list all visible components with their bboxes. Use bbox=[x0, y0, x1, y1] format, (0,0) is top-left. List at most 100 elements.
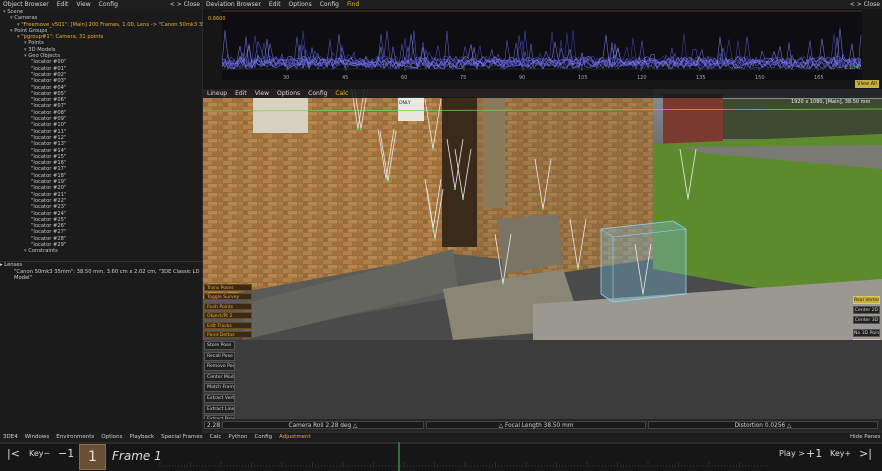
deviation-graph[interactable]: 3045607590105120135150165180 0.8600 1.13… bbox=[208, 9, 882, 81]
tree-item-label: "locator #06" bbox=[31, 97, 67, 104]
main-menu-item[interactable]: Config bbox=[254, 433, 272, 442]
object-browser-title: Object Browser bbox=[3, 1, 49, 8]
point-marker[interactable] bbox=[502, 283, 504, 285]
menu-view[interactable]: View bbox=[255, 89, 269, 98]
menu-config[interactable]: Config bbox=[320, 0, 339, 9]
tree-item-label: "pgroup#1": Camera, 31 points bbox=[21, 34, 104, 41]
point-marker[interactable] bbox=[642, 293, 644, 295]
play-button[interactable]: Play > bbox=[779, 449, 805, 458]
prev-frame-button[interactable]: −1 bbox=[58, 447, 74, 460]
main-menu-item: 3DE4 bbox=[3, 434, 18, 440]
playhead[interactable] bbox=[398, 442, 400, 471]
point-marker[interactable] bbox=[385, 178, 387, 180]
tree-item-label: "locator #17" bbox=[31, 166, 67, 173]
deviation-curve bbox=[221, 30, 862, 67]
point-marker[interactable] bbox=[432, 148, 434, 150]
main-menu-item[interactable]: Special Frames bbox=[161, 433, 203, 442]
point-marker[interactable] bbox=[434, 238, 436, 240]
pose-panel bbox=[203, 340, 882, 419]
menu-view[interactable]: View bbox=[76, 0, 90, 9]
x-tick-label: 30 bbox=[283, 75, 289, 80]
left-tool-button[interactable]: Point Deltas bbox=[204, 331, 252, 338]
tree-item-label: "locator #09" bbox=[31, 116, 67, 123]
hide-panes-button[interactable]: Hide Panes bbox=[850, 433, 880, 442]
main-menu-item[interactable]: Environments bbox=[56, 433, 94, 442]
main-menu-item[interactable]: Calc bbox=[210, 433, 222, 442]
menu-find[interactable]: Find bbox=[347, 0, 359, 9]
frame-label: Frame 1 bbox=[112, 449, 162, 463]
right-tool-button[interactable]: Center 3D bbox=[853, 316, 880, 324]
point-marker[interactable] bbox=[432, 228, 434, 230]
tree-item-label: "locator #08" bbox=[31, 109, 67, 116]
point-marker[interactable] bbox=[577, 268, 579, 270]
current-frame-field[interactable]: 1 bbox=[79, 444, 106, 470]
pose-tool-button[interactable]: Recall Pose bbox=[204, 351, 235, 361]
point-marker[interactable] bbox=[454, 188, 456, 190]
object-browser-panel: Object Browser Edit View Config < > Clos… bbox=[0, 0, 218, 434]
object-browser-menubar: Object Browser Edit View Config < > Clos… bbox=[0, 0, 202, 9]
left-tool-button[interactable]: Trans Poses bbox=[204, 284, 252, 291]
pose-tool-button[interactable]: Store Pose bbox=[204, 341, 235, 350]
tree-item-label: Cameras bbox=[14, 15, 38, 22]
view-all-button[interactable]: View All bbox=[855, 80, 879, 88]
left-tool-button[interactable]: Push Points bbox=[204, 302, 252, 310]
key-next-button[interactable]: Key+ bbox=[830, 449, 851, 458]
tree-item-label: "locator #10" bbox=[31, 122, 67, 129]
left-tool-button[interactable]: Object/Pt 2 bbox=[204, 312, 252, 320]
point-marker[interactable] bbox=[542, 208, 544, 210]
main-menu-item[interactable]: Playback bbox=[130, 433, 155, 442]
distortion-label: Distortion 0.0256 bbox=[734, 423, 786, 429]
pose-tool-button[interactable]: Center Models bbox=[204, 372, 235, 382]
right-tool-button[interactable]: Real Vertex bbox=[853, 296, 880, 304]
pose-tool-button[interactable]: Match Frame bbox=[204, 383, 235, 393]
lineup-viewport[interactable]: ONLY 1920 x 1080, [Main], 38.50 mm bbox=[203, 89, 882, 340]
object-browser-close[interactable]: < > Close bbox=[170, 0, 200, 9]
next-frame-button[interactable]: +1 bbox=[806, 447, 822, 460]
tree-item-label: "locator #25" bbox=[31, 216, 67, 223]
distortion-field[interactable]: Distortion 0.0256 △ bbox=[648, 421, 878, 429]
main-menu-item[interactable]: Options bbox=[101, 433, 122, 442]
deviation-browser-close[interactable]: < > Close bbox=[850, 0, 880, 9]
right-tool-button[interactable]: No 3D Points bbox=[853, 329, 880, 337]
lens-entry[interactable]: "Canon 50mk3 35mm": 38.50 mm, 3.60 cm x … bbox=[0, 269, 202, 282]
menu-options[interactable]: Options bbox=[289, 0, 312, 9]
point-marker[interactable] bbox=[462, 198, 464, 200]
first-frame-button[interactable]: |< bbox=[7, 447, 20, 460]
main-menu-item[interactable]: Windows bbox=[25, 433, 50, 442]
point-marker[interactable] bbox=[687, 198, 689, 200]
key-prev-button[interactable]: Key− bbox=[29, 449, 50, 458]
point-marker[interactable] bbox=[357, 128, 359, 130]
tree-item-label: "locator #20" bbox=[31, 185, 67, 192]
left-tool-button[interactable]: Edit Tracks bbox=[204, 321, 252, 329]
roll-value-field[interactable]: 2.28 bbox=[204, 421, 220, 429]
tree-item-label: "locator #03" bbox=[31, 78, 67, 85]
menu-edit[interactable]: Edit bbox=[269, 0, 281, 9]
menu-config[interactable]: Config bbox=[99, 0, 118, 9]
deviation-curve bbox=[221, 27, 862, 67]
point-marker[interactable] bbox=[387, 180, 389, 182]
last-frame-button[interactable]: >| bbox=[859, 447, 872, 460]
pose-tool-button[interactable]: Remove Pose bbox=[204, 362, 235, 372]
tree-item-label: Geo Objects bbox=[28, 53, 60, 60]
menu-options[interactable]: Options bbox=[277, 89, 300, 98]
main-menu-item[interactable]: Adjustment bbox=[279, 433, 311, 442]
x-tick-label: 150 bbox=[755, 75, 765, 80]
menu-edit[interactable]: Edit bbox=[57, 0, 69, 9]
focal-length-field[interactable]: △ Focal Length 38.50 mm bbox=[426, 421, 646, 429]
tree-item-label: 3D Models bbox=[28, 46, 56, 53]
menu-edit[interactable]: Edit bbox=[235, 89, 247, 98]
pose-tool-button[interactable]: Extract Line bbox=[204, 404, 235, 414]
tree-item[interactable]: ▾ Constraints bbox=[0, 248, 202, 254]
x-tick-label: 120 bbox=[637, 75, 647, 80]
menu-config[interactable]: Config bbox=[308, 89, 327, 98]
tree-item-label: "locator #02" bbox=[31, 71, 67, 78]
camera-roll-field[interactable]: Camera Roll 2.28 deg △ bbox=[222, 421, 424, 429]
right-tool-button[interactable]: Center 2D bbox=[853, 306, 880, 314]
left-tool-button[interactable]: Toggle Survey bbox=[204, 293, 252, 301]
plate-image bbox=[203, 89, 882, 340]
menu-calc[interactable]: Calc bbox=[335, 89, 348, 98]
current-frame-number: 1 bbox=[88, 449, 97, 465]
point-marker[interactable] bbox=[360, 128, 362, 130]
pose-tool-button[interactable]: Extract Vertex bbox=[204, 394, 235, 403]
main-menu-item[interactable]: Python bbox=[228, 433, 247, 442]
